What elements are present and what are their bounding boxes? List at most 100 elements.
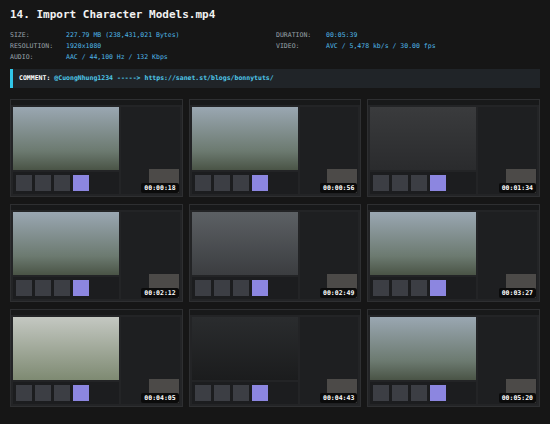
frame-menubar [368, 205, 539, 210]
video-frame[interactable]: 00:00:56 [189, 99, 362, 197]
asset-tile [411, 280, 427, 296]
video-frame[interactable]: 00:00:18 [10, 99, 183, 197]
timestamp-badge: 00:05:20 [499, 393, 536, 403]
timestamp-badge: 00:00:56 [320, 183, 357, 193]
frame-details-panel [478, 212, 537, 299]
info-label: RESOLUTION: [10, 42, 66, 50]
timestamp-badge: 00:04:05 [141, 393, 178, 403]
frame-left [13, 107, 119, 194]
frame-left [370, 212, 476, 299]
asset-tile [195, 385, 211, 401]
timestamp-badge: 00:00:18 [141, 183, 178, 193]
asset-tile [392, 280, 408, 296]
frame-menubar [190, 310, 361, 315]
asset-tile [214, 175, 230, 191]
comment-bar: COMMENT: @CuongNhung1234 -----> https://san… [10, 69, 540, 88]
asset-tile [252, 385, 268, 401]
frame-details-panel [121, 107, 180, 194]
frame-content-browser [13, 172, 119, 194]
frame-menubar [11, 100, 182, 105]
info-value: 227.79 MB (238,431,021 Bytes) [66, 31, 276, 39]
frame-viewport [192, 107, 298, 170]
frame-menubar [368, 100, 539, 105]
comment-link[interactable]: https://sanet.st/blogs/bonnytuts/ [145, 74, 274, 83]
frame-menubar [368, 310, 539, 315]
timestamp-badge: 00:01:34 [499, 183, 536, 193]
thumbnail-grid: 00:00:18 00:00:56 00:01:34 00:02:12 00:02:49… [10, 99, 540, 407]
info-value: 00:05:39 [326, 31, 540, 39]
video-frame[interactable]: 00:01:34 [367, 99, 540, 197]
asset-tile [233, 280, 249, 296]
asset-tile [54, 280, 70, 296]
timestamp-badge: 00:03:27 [499, 288, 536, 298]
asset-tile [54, 175, 70, 191]
info-grid: SIZE:227.79 MB (238,431,021 Bytes)DURATI… [10, 31, 540, 61]
frame-content-browser [192, 172, 298, 194]
asset-tile [430, 175, 446, 191]
frame-content-browser [192, 382, 298, 404]
info-label: AUDIO: [10, 53, 66, 61]
asset-tile [373, 280, 389, 296]
frame-viewport [192, 317, 298, 380]
frame-viewport [13, 212, 119, 275]
info-value: AAC / 44,100 Hz / 132 Kbps [66, 53, 276, 61]
asset-tile [214, 385, 230, 401]
asset-tile [392, 385, 408, 401]
frame-viewport [192, 212, 298, 275]
frame-details-panel [478, 317, 537, 404]
asset-tile [411, 175, 427, 191]
comment-arrow: -----> [117, 74, 140, 83]
frame-left [192, 107, 298, 194]
video-frame[interactable]: 00:04:05 [10, 309, 183, 407]
asset-tile [392, 175, 408, 191]
asset-tile [411, 385, 427, 401]
frame-content-browser [370, 172, 476, 194]
frame-left [370, 107, 476, 194]
frame-viewport [370, 317, 476, 380]
frame-details-panel [478, 107, 537, 194]
frame-viewport [13, 107, 119, 170]
frame-content-browser [370, 382, 476, 404]
asset-tile [35, 385, 51, 401]
video-frame[interactable]: 00:02:12 [10, 204, 183, 302]
contact-sheet: 14. Import Character Models.mp4 SIZE:227.… [0, 0, 550, 424]
frame-details-panel [121, 317, 180, 404]
asset-tile [73, 280, 89, 296]
frame-details-panel [300, 107, 359, 194]
comment-user: @CuongNhung1234 [54, 74, 113, 83]
timestamp-badge: 00:04:43 [320, 393, 357, 403]
video-frame[interactable]: 00:04:43 [189, 309, 362, 407]
asset-tile [73, 175, 89, 191]
frame-menubar [190, 100, 361, 105]
asset-tile [233, 385, 249, 401]
asset-tile [430, 280, 446, 296]
info-label: DURATION: [276, 31, 326, 39]
frame-viewport [370, 212, 476, 275]
frame-menubar [11, 205, 182, 210]
timestamp-badge: 00:02:49 [320, 288, 357, 298]
video-frame[interactable]: 00:03:27 [367, 204, 540, 302]
asset-tile [195, 175, 211, 191]
comment-label: COMMENT: [19, 74, 50, 83]
asset-tile [373, 175, 389, 191]
asset-tile [214, 280, 230, 296]
video-frame[interactable]: 00:05:20 [367, 309, 540, 407]
asset-tile [233, 175, 249, 191]
frame-details-panel [300, 317, 359, 404]
frame-viewport [370, 107, 476, 170]
frame-content-browser [370, 277, 476, 299]
asset-tile [430, 385, 446, 401]
asset-tile [252, 280, 268, 296]
timestamp-badge: 00:02:12 [141, 288, 178, 298]
info-value: AVC / 5,478 kb/s / 30.00 fps [326, 42, 540, 50]
frame-menubar [190, 205, 361, 210]
video-frame[interactable]: 00:02:49 [189, 204, 362, 302]
video-title: 14. Import Character Models.mp4 [10, 8, 540, 22]
frame-left [192, 317, 298, 404]
asset-tile [16, 280, 32, 296]
asset-tile [252, 175, 268, 191]
frame-content-browser [13, 382, 119, 404]
info-value: 1920x1080 [66, 42, 276, 50]
frame-left [13, 212, 119, 299]
asset-tile [373, 385, 389, 401]
